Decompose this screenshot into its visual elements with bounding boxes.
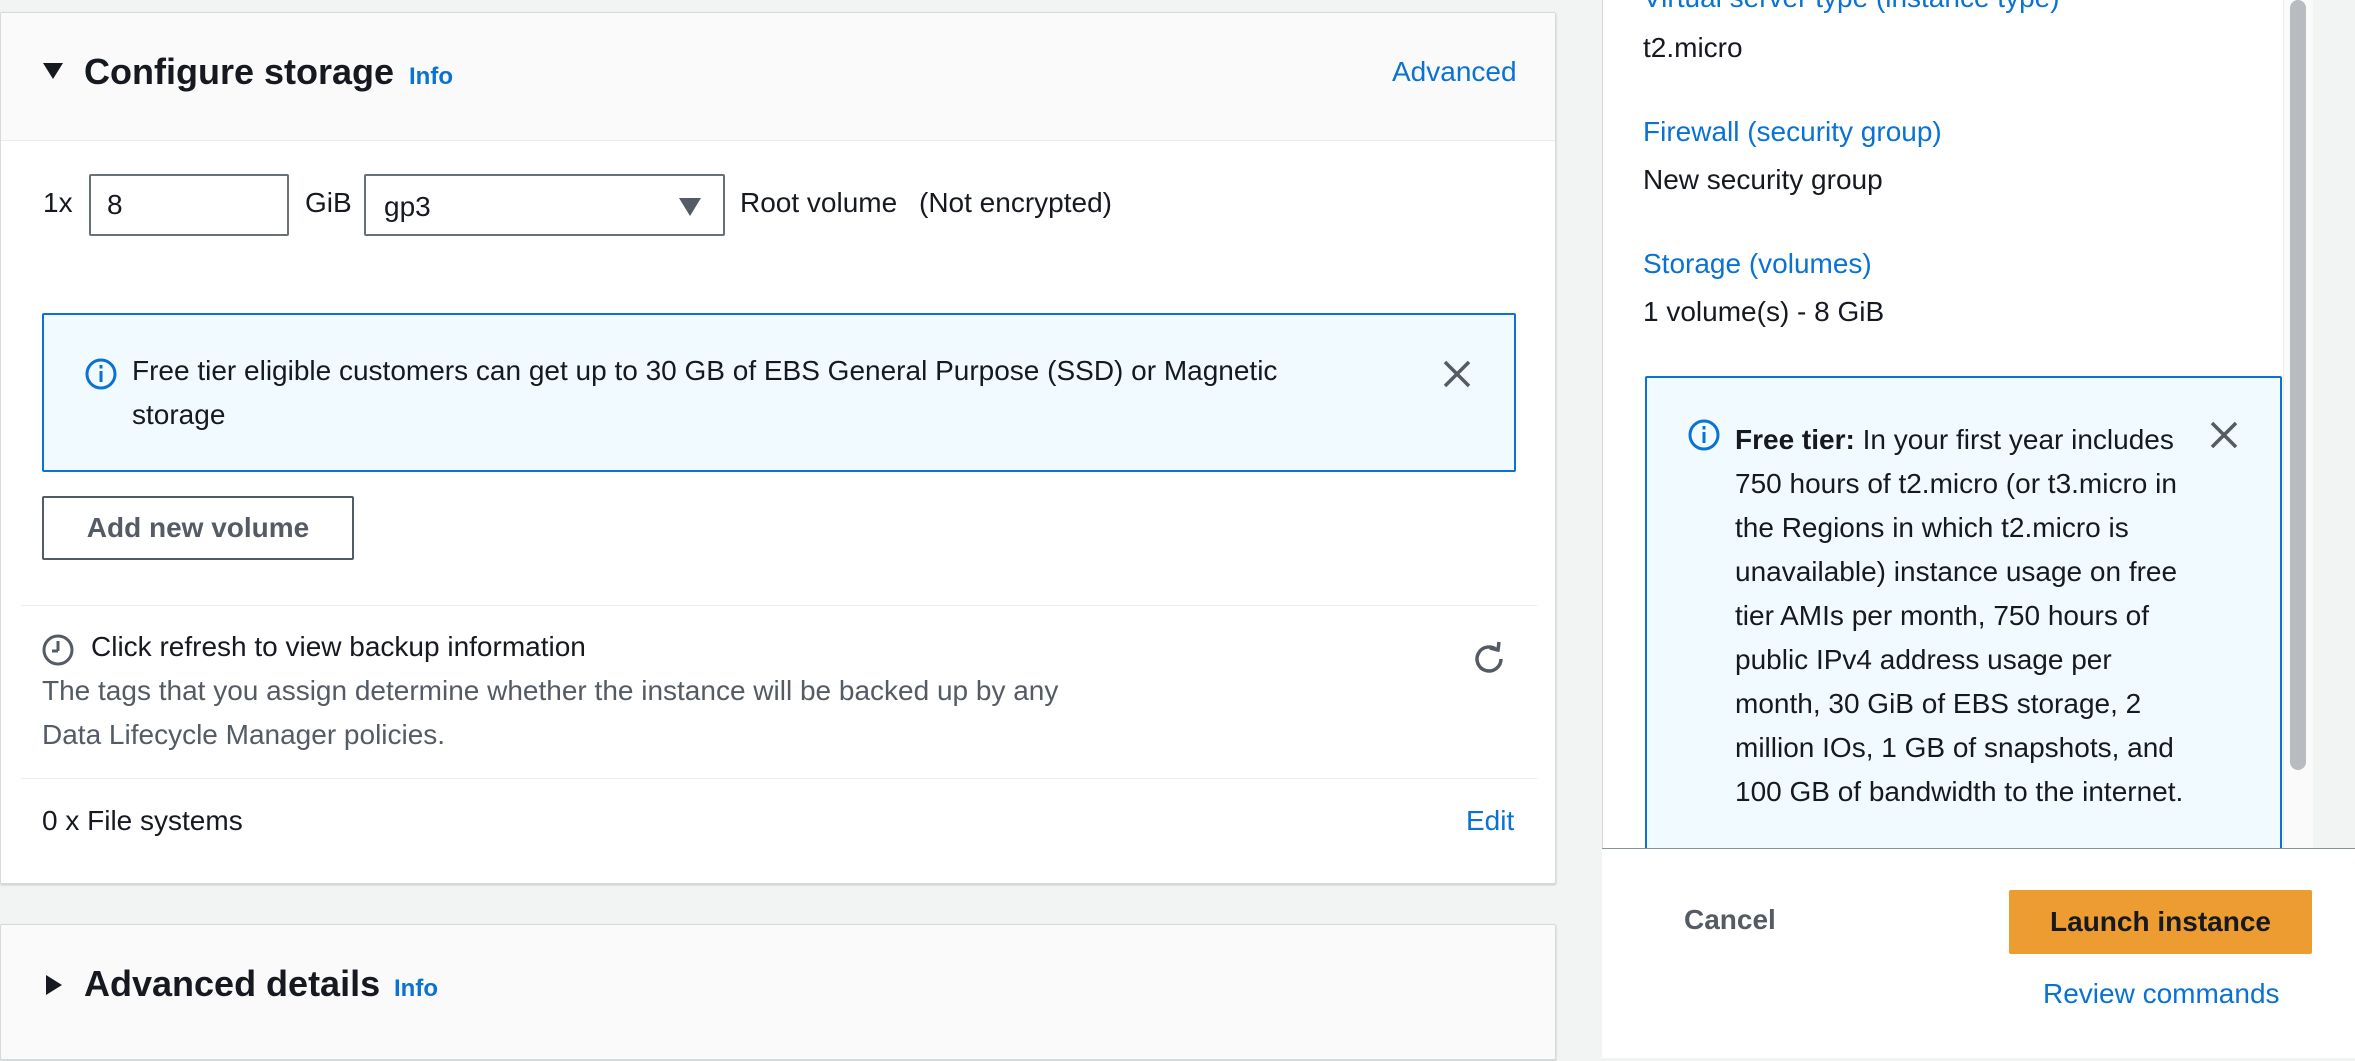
volume-size-input[interactable] <box>89 174 289 236</box>
storage-label[interactable]: Storage (volumes) <box>1643 248 1872 280</box>
close-icon[interactable] <box>2209 420 2239 450</box>
info-link[interactable]: Info <box>409 63 453 91</box>
instance-type-value: t2.micro <box>1643 32 1743 63</box>
instance-type-label[interactable]: Virtual server type (instance type) <box>1643 0 2060 14</box>
volume-unit: GiB <box>305 187 352 218</box>
info-link[interactable]: Info <box>394 975 438 1003</box>
backup-description-cont: Data Lifecycle Manager policies. <box>42 719 446 750</box>
free-tier-message: Free tier: In your first year includes 7… <box>1735 424 2184 807</box>
free-tier-alert: Free tier: In your first year includes 7… <box>1645 376 2282 876</box>
advanced-details-panel: Advanced details Info <box>0 924 1556 1060</box>
caret-down-icon[interactable] <box>41 61 65 81</box>
firewall-label[interactable]: Firewall (security group) <box>1643 116 1942 148</box>
close-icon[interactable] <box>1442 359 1472 389</box>
configure-storage-panel: Configure storage Info Advanced 1x GiB g… <box>0 12 1556 884</box>
refresh-icon[interactable] <box>1469 639 1509 679</box>
encryption-status: (Not encrypted) <box>919 187 1112 218</box>
add-new-volume-button[interactable]: Add new volume <box>42 496 354 560</box>
review-commands-link[interactable]: Review commands <box>2043 978 2280 1010</box>
cancel-button[interactable]: Cancel <box>1684 904 1776 936</box>
section-title: Configure storage <box>84 51 395 92</box>
dropdown-arrow-icon <box>679 198 701 216</box>
volume-type-select[interactable]: gp3 <box>364 174 725 236</box>
info-icon <box>85 358 117 390</box>
volume-multiplier: 1x <box>43 187 73 218</box>
clock-icon <box>42 634 74 666</box>
backup-title: Click refresh to view backup information <box>91 631 586 662</box>
root-volume-label: Root volume <box>740 187 898 218</box>
free-tier-storage-alert: Free tier eligible customers can get up … <box>42 313 1516 472</box>
info-icon <box>1688 419 1720 451</box>
volume-type-value: gp3 <box>384 191 431 222</box>
caret-right-icon[interactable] <box>44 973 64 997</box>
file-systems-edit-link[interactable]: Edit <box>1466 805 1514 837</box>
alert-message: Free tier eligible customers can get up … <box>132 355 1278 430</box>
launch-instance-button[interactable]: Launch instance <box>2009 890 2312 954</box>
firewall-value: New security group <box>1643 164 1883 195</box>
file-systems-label: 0 x File systems <box>42 805 243 836</box>
divider <box>21 605 1537 606</box>
advanced-link[interactable]: Advanced <box>1392 56 1517 88</box>
advanced-details-header[interactable]: Advanced details Info <box>1 925 1555 1061</box>
section-title: Advanced details <box>84 963 381 1004</box>
sidebar-scrollbar-thumb[interactable] <box>2290 0 2306 770</box>
backup-description: The tags that you assign determine wheth… <box>42 675 1059 706</box>
configure-storage-header[interactable]: Configure storage Info Advanced <box>1 13 1555 141</box>
storage-value: 1 volume(s) - 8 GiB <box>1643 296 1885 327</box>
divider <box>21 778 1537 779</box>
